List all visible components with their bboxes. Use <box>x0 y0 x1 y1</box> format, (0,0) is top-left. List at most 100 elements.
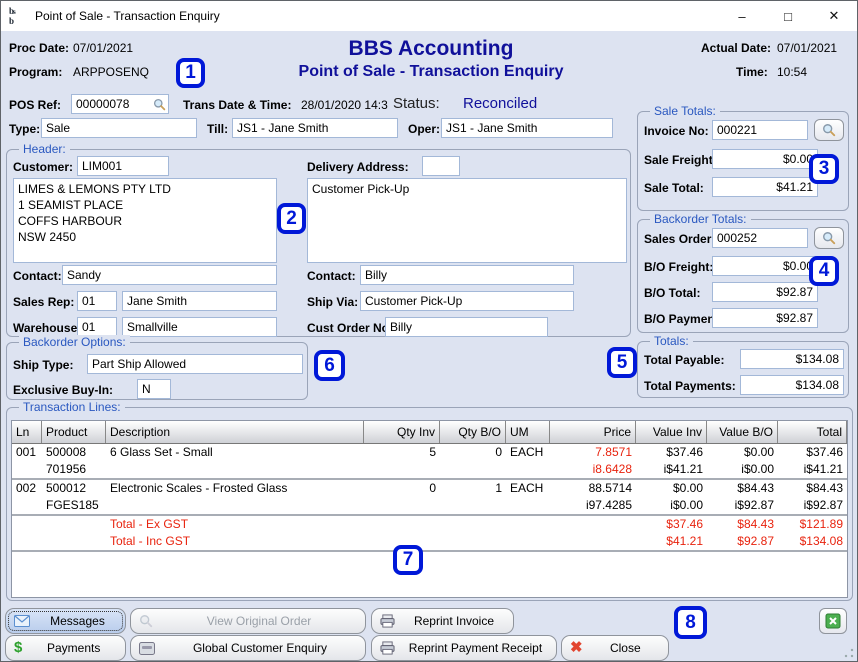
backorder-options-legend: Backorder Options: <box>19 335 130 349</box>
reprint-payment-receipt-button[interactable]: Reprint Payment Receipt <box>371 635 557 661</box>
total-payments-field[interactable]: $134.08 <box>740 375 844 395</box>
annotation-marker-1: 1 <box>176 58 205 88</box>
view-original-order-button[interactable]: View Original Order <box>130 608 366 634</box>
header-group: Header: Customer: LIM001 Delivery Addres… <box>6 149 631 337</box>
minimize-button[interactable]: – <box>719 1 765 31</box>
ship-via-field[interactable]: Customer Pick-Up <box>360 291 574 311</box>
delivery-address-box[interactable]: Customer Pick-Up <box>307 178 627 263</box>
backorder-totals-legend: Backorder Totals: <box>650 212 751 226</box>
totals-row-ex-gst: Total - Ex GST $37.46 $84.43 $121.89 <box>12 516 847 533</box>
sale-total-field[interactable]: $41.21 <box>712 177 818 197</box>
bo-total-field[interactable]: $92.87 <box>712 282 818 302</box>
delivery-address-label: Delivery Address: <box>307 160 409 174</box>
dollar-icon: $ <box>14 641 22 655</box>
close-button[interactable]: ✖ Close <box>561 635 669 661</box>
ship-type-label: Ship Type: <box>13 358 73 372</box>
search-icon <box>822 123 836 137</box>
exclusive-buyin-field[interactable]: N <box>137 379 171 399</box>
pos-ref-input[interactable]: 00000078 <box>71 94 169 114</box>
annotation-marker-4: 4 <box>809 256 839 286</box>
warehouse-code-field[interactable]: 01 <box>77 317 117 337</box>
ship-type-field[interactable]: Part Ship Allowed <box>87 354 303 374</box>
time-value: 10:54 <box>777 65 807 79</box>
customer-address-box[interactable]: LIMES & LEMONS PTY LTD 1 SEAMIST PLACE C… <box>13 178 277 263</box>
program-value: ARPPOSENQ <box>73 65 149 79</box>
global-customer-enquiry-button[interactable]: Global Customer Enquiry <box>130 635 366 661</box>
annotation-marker-7: 7 <box>393 545 423 575</box>
payments-button[interactable]: $ Payments <box>5 635 126 661</box>
backorder-options-group: Backorder Options: Ship Type: Part Ship … <box>6 342 308 400</box>
messages-button[interactable]: Messages <box>5 608 126 634</box>
invoice-no-label: Invoice No: <box>644 124 709 138</box>
totals-row-inc-gst: Total - Inc GST $41.21 $92.87 $134.08 <box>12 533 847 552</box>
invoice-no-field[interactable]: 000221 <box>712 120 808 140</box>
sales-rep-name-field[interactable]: Jane Smith <box>122 291 277 311</box>
app-title: BBS Accounting <box>231 37 631 61</box>
invoice-search-button[interactable] <box>814 119 844 141</box>
bo-payment-label: B/O Payment: <box>644 312 723 326</box>
search-icon <box>822 231 836 245</box>
sales-order-search-button[interactable] <box>814 227 844 249</box>
close-x-icon: ✖ <box>570 641 583 655</box>
transaction-lines-legend: Transaction Lines: <box>19 400 125 414</box>
close-window-button[interactable]: ✕ <box>811 1 857 31</box>
sale-freight-label: Sale Freight: <box>644 153 717 167</box>
proc-date-label: Proc Date: <box>9 41 69 55</box>
delivery-address-code-field[interactable] <box>422 156 460 176</box>
totals-legend: Totals: <box>650 334 693 348</box>
contact-right-label: Contact: <box>307 269 356 283</box>
customer-field[interactable]: LIM001 <box>77 156 169 176</box>
envelope-icon <box>14 615 30 627</box>
status-label: Status: <box>393 95 440 112</box>
annotation-marker-2: 2 <box>277 203 306 234</box>
sales-order-field[interactable]: 000252 <box>712 228 808 248</box>
totals-group: Totals: Total Payable: $134.08 Total Pay… <box>637 341 849 398</box>
header-group-legend: Header: <box>19 142 70 156</box>
till-label: Till: <box>207 122 228 136</box>
sales-rep-code-field[interactable]: 01 <box>77 291 117 311</box>
contact-left-field[interactable]: Sandy <box>62 265 277 285</box>
table-header-row: Ln Product Description Qty Inv Qty B/O U… <box>12 421 847 444</box>
application-window: bsb Point of Sale - Transaction Enquiry … <box>0 0 858 662</box>
ship-via-label: Ship Via: <box>307 295 358 309</box>
sales-order-label: Sales Order: <box>644 232 715 246</box>
oper-label: Oper: <box>408 122 440 136</box>
bo-freight-field[interactable]: $0.00 <box>712 256 818 276</box>
warehouse-name-field[interactable]: Smallville <box>122 317 277 337</box>
trans-date-value: 28/01/2020 14:3 <box>301 98 388 112</box>
program-label: Program: <box>9 65 62 79</box>
app-subtitle: Point of Sale - Transaction Enquiry <box>211 63 651 81</box>
bo-payment-field[interactable]: $92.87 <box>712 308 818 328</box>
printer-icon <box>380 641 395 655</box>
annotation-marker-6: 6 <box>314 350 345 381</box>
status-value: Reconciled <box>463 95 537 112</box>
time-label: Time: <box>736 65 768 79</box>
transaction-table: Ln Product Description Qty Inv Qty B/O U… <box>11 420 848 598</box>
total-payable-label: Total Payable: <box>644 353 724 367</box>
customer-label: Customer: <box>13 160 73 174</box>
warehouse-label: Warehouse: <box>13 321 81 335</box>
sale-freight-field[interactable]: $0.00 <box>712 149 818 169</box>
contact-right-field[interactable]: Billy <box>360 265 574 285</box>
app-icon: bsb <box>9 7 29 26</box>
oper-field[interactable]: JS1 - Jane Smith <box>441 118 613 138</box>
table-row[interactable]: 002 500012 FGES185 Electronic Scales - F… <box>12 480 847 516</box>
pos-ref-label: POS Ref: <box>9 98 61 112</box>
excel-icon <box>825 613 841 629</box>
annotation-marker-8: 8 <box>674 606 707 639</box>
export-excel-button[interactable] <box>819 608 847 634</box>
exclusive-buyin-label: Exclusive Buy-In: <box>13 383 113 397</box>
cust-order-no-field[interactable]: Billy <box>385 317 548 337</box>
resize-grip[interactable] <box>844 648 854 658</box>
till-field[interactable]: JS1 - Jane Smith <box>232 118 398 138</box>
reprint-invoice-button[interactable]: Reprint Invoice <box>371 608 514 634</box>
till-drawer-icon <box>139 642 155 655</box>
maximize-button[interactable]: □ <box>765 1 811 31</box>
total-payments-label: Total Payments: <box>644 379 736 393</box>
window-title: Point of Sale - Transaction Enquiry <box>35 9 220 23</box>
type-field[interactable]: Sale <box>41 118 197 138</box>
actual-date-value: 07/01/2021 <box>777 41 837 55</box>
search-icon[interactable] <box>153 98 166 111</box>
table-row[interactable]: 001 500008 701956 6 Glass Set - Small 5 … <box>12 444 847 480</box>
total-payable-field[interactable]: $134.08 <box>740 349 844 369</box>
